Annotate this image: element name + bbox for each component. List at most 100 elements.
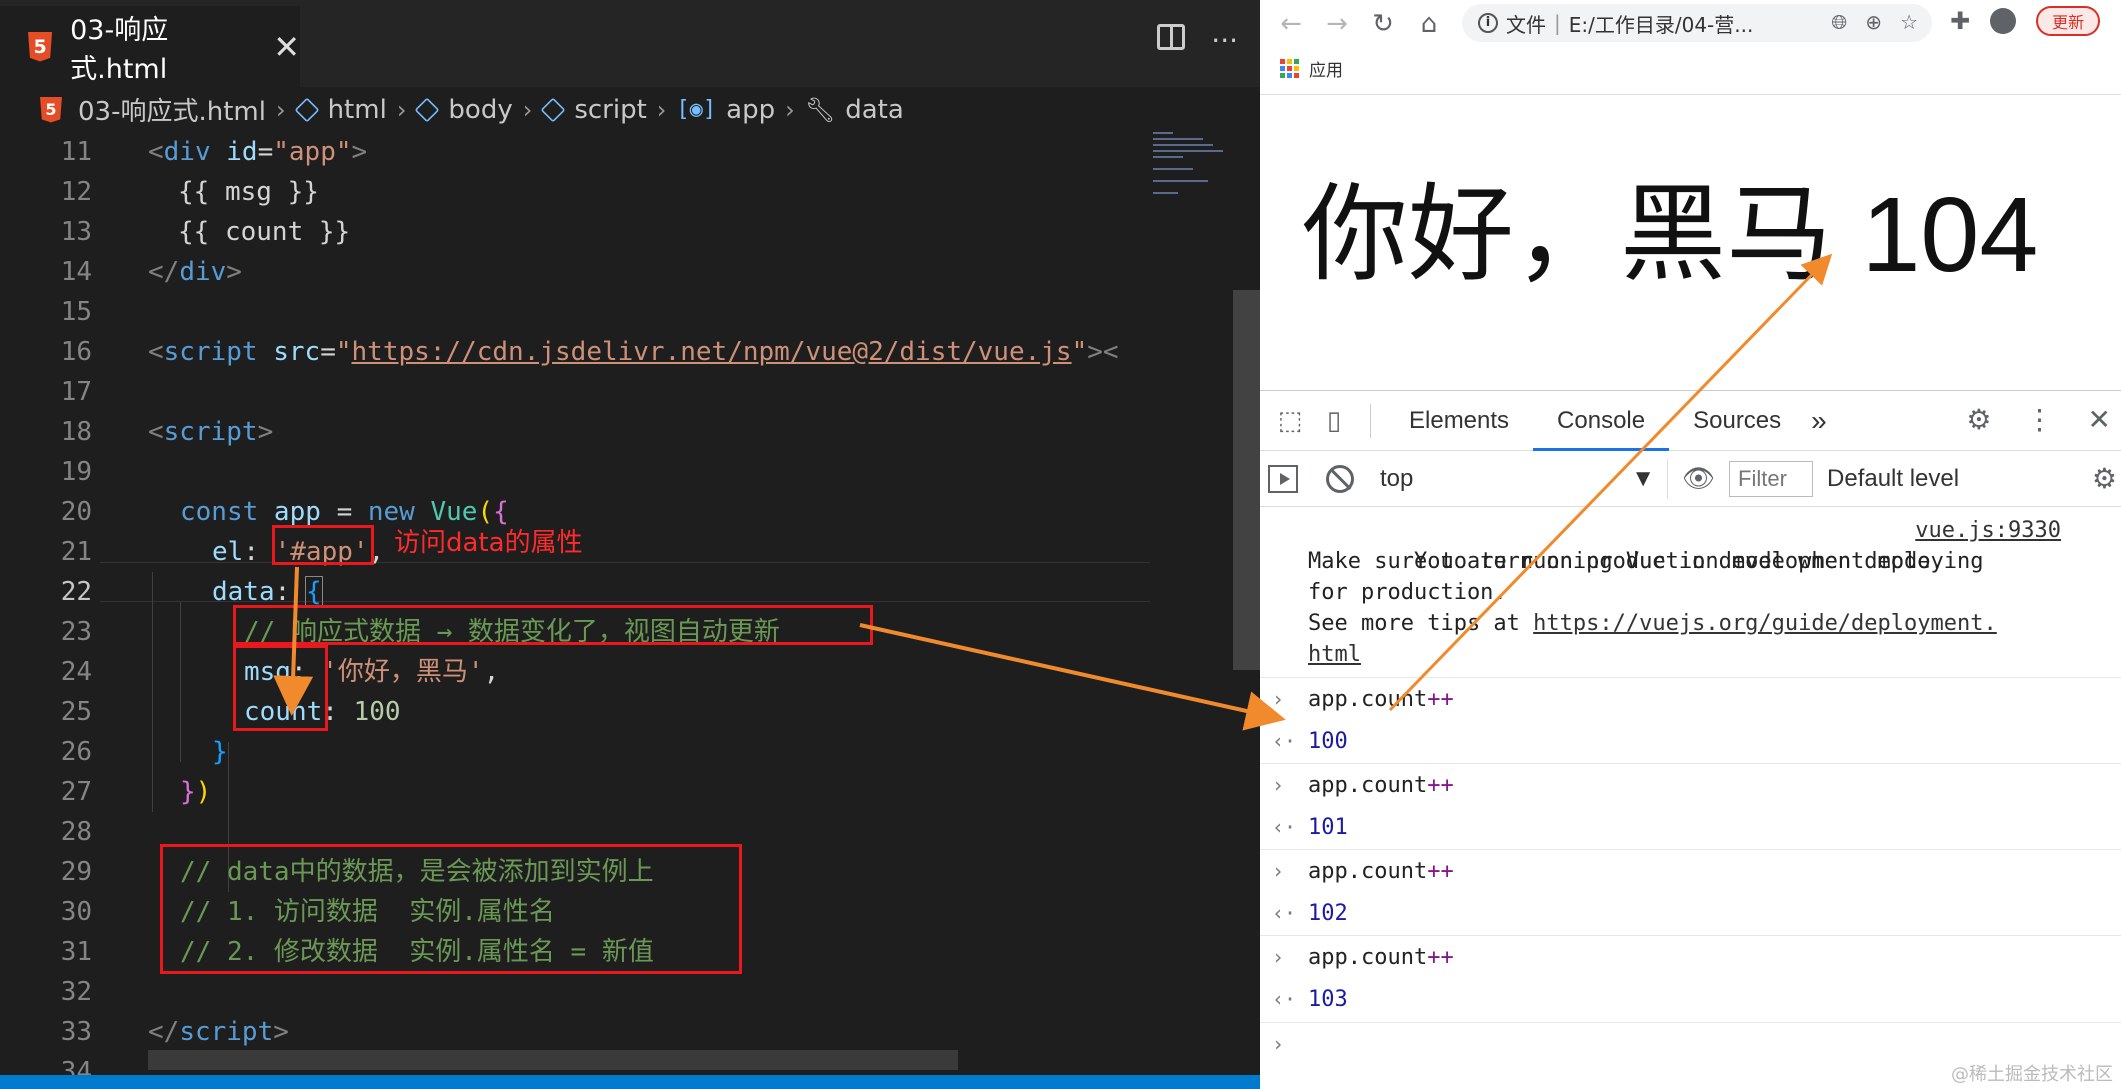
breadcrumb-script[interactable]: script bbox=[540, 94, 647, 125]
breadcrumb-data[interactable]: 🔧︎ data bbox=[805, 95, 904, 125]
log-levels-select[interactable]: Default level bbox=[1827, 465, 1959, 493]
devtools-tabbar: ⬚ ▯ Elements Console Sources » ⚙ ⋮ ✕ bbox=[1260, 391, 2121, 451]
prompt-chevron-icon: › bbox=[1272, 687, 1285, 711]
console-filter-bar: top ▼ 👁︎ Filter Default level ⚙ bbox=[1260, 451, 2121, 507]
eye-icon[interactable]: 👁︎ bbox=[1682, 463, 1715, 494]
editor-tab-label: 03-响应式.html bbox=[70, 14, 169, 85]
tab-close-icon[interactable]: ✕ bbox=[273, 28, 300, 66]
code-line: </div> bbox=[148, 257, 242, 287]
page-heading: 你好，黑马 104 bbox=[1302, 176, 2039, 294]
code-line: }) bbox=[180, 777, 212, 807]
update-button[interactable]: 更新 bbox=[2036, 6, 2101, 36]
filter-input[interactable]: Filter bbox=[1729, 460, 1814, 497]
console-prompt-row[interactable]: › bbox=[1260, 1022, 2121, 1065]
zoom-icon[interactable]: ⊕ bbox=[1865, 10, 1882, 34]
result-arrow-icon: ‹· bbox=[1272, 901, 1297, 925]
editor-tab-bar: 5 03-响应式.html ✕ ··· bbox=[0, 0, 1260, 87]
kebab-menu-icon[interactable]: ⋮ bbox=[2026, 403, 2054, 436]
home-icon[interactable]: ⌂ bbox=[1406, 9, 1452, 39]
clear-console-icon[interactable] bbox=[1326, 464, 1354, 493]
apps-grid-icon bbox=[1280, 59, 1299, 78]
docs-link-cont[interactable]: html bbox=[1308, 642, 1361, 667]
back-icon[interactable]: ← bbox=[1268, 9, 1314, 39]
docs-link[interactable]: https://vuejs.org/guide/deployment. bbox=[1533, 611, 1997, 636]
forward-icon[interactable]: → bbox=[1314, 9, 1360, 39]
prompt-chevron-icon: › bbox=[1272, 773, 1285, 797]
reload-icon[interactable]: ↻ bbox=[1360, 9, 1406, 39]
vertical-scrollbar[interactable] bbox=[1233, 290, 1260, 670]
star-icon[interactable]: ☆ bbox=[1900, 10, 1918, 34]
result-arrow-icon: ‹· bbox=[1272, 987, 1297, 1011]
code-line: <div id="app"> bbox=[148, 137, 368, 167]
context-label: top bbox=[1380, 464, 1414, 492]
browser-toolbar: ← → ↻ ⌂ i 文件 | E:/工作目录/04-营... 🌐︎ ⊕ ☆ ✚ … bbox=[1260, 0, 2121, 95]
translate-icon[interactable]: 🌐︎ bbox=[1831, 10, 1847, 34]
line-number: 32 bbox=[60, 977, 92, 1007]
info-icon[interactable]: i bbox=[1478, 13, 1498, 33]
console-result-row: ‹· 100 bbox=[1260, 720, 2121, 763]
bracket-icon: [◉] bbox=[676, 97, 717, 122]
inspect-icon[interactable]: ⬚ bbox=[1268, 406, 1312, 436]
console-message-line: Make sure to turn on production mode whe… bbox=[1308, 549, 1984, 574]
breadcrumb-html[interactable]: html bbox=[294, 94, 387, 125]
profile-avatar[interactable] bbox=[1990, 8, 2017, 34]
breadcrumb-body[interactable]: body bbox=[414, 94, 513, 125]
wrench-icon: 🔧︎ bbox=[804, 95, 836, 124]
extensions-icon[interactable]: ✚ bbox=[1950, 7, 1970, 35]
settings-gear-icon[interactable]: ⚙ bbox=[1966, 403, 1991, 436]
bookmark-apps[interactable]: 应用 bbox=[1280, 56, 1343, 81]
line-number: 17 bbox=[60, 377, 92, 407]
editor-tab-active[interactable]: 5 03-响应式.html ✕ bbox=[0, 6, 300, 87]
more-actions-icon[interactable]: ··· bbox=[1211, 24, 1238, 57]
chevron-right-icon: › bbox=[275, 95, 286, 124]
minimap[interactable] bbox=[1143, 132, 1233, 1089]
console-input-row: › app.count++ bbox=[1260, 849, 2121, 892]
prompt-chevron-icon: › bbox=[1272, 859, 1285, 883]
code-line: {{ count }} bbox=[178, 217, 351, 247]
annotation-note: 访问data的属性 bbox=[394, 528, 583, 558]
breadcrumb-file[interactable]: 5 03-响应式.html bbox=[40, 91, 266, 128]
chevron-right-icon: › bbox=[522, 95, 533, 124]
prompt-chevron-icon: › bbox=[1272, 945, 1285, 969]
tab-sources[interactable]: Sources bbox=[1669, 391, 1805, 451]
device-toggle-icon[interactable]: ▯ bbox=[1312, 406, 1356, 436]
tab-elements[interactable]: Elements bbox=[1385, 391, 1533, 451]
context-select[interactable]: top ▼ bbox=[1368, 458, 1668, 499]
cube-icon bbox=[414, 97, 440, 122]
console-settings-icon[interactable]: ⚙ bbox=[2092, 462, 2117, 495]
code-line: } bbox=[212, 737, 228, 767]
console-output[interactable]: You are running Vue in development mode.… bbox=[1260, 507, 2121, 1089]
address-prefix: 文件 bbox=[1506, 12, 1546, 37]
breadcrumb-label: 03-响应式.html bbox=[78, 97, 266, 127]
breadcrumb-app[interactable]: [◉] app bbox=[676, 95, 775, 125]
console-result-row: ‹· 102 bbox=[1260, 892, 2121, 935]
apps-label: 应用 bbox=[1309, 61, 1343, 81]
code-area[interactable]: 11 12 13 14 15 16 17 18 19 20 21 22 23 2… bbox=[0, 132, 1150, 1089]
split-editor-icon[interactable] bbox=[1157, 24, 1186, 50]
result-arrow-icon: ‹· bbox=[1272, 729, 1297, 753]
breadcrumb-label: app bbox=[726, 94, 776, 125]
tab-console[interactable]: Console bbox=[1533, 391, 1670, 451]
line-number: 15 bbox=[60, 297, 92, 327]
address-bar[interactable]: i 文件 | E:/工作目录/04-营... 🌐︎ ⊕ ☆ bbox=[1462, 4, 1932, 42]
close-devtools-icon[interactable]: ✕ bbox=[2088, 403, 2111, 436]
sidebar-toggle-icon[interactable] bbox=[1268, 464, 1298, 493]
breadcrumb-label: script bbox=[574, 94, 647, 125]
breadcrumb-label: body bbox=[448, 94, 513, 125]
console-input-row: › app.count++ bbox=[1260, 763, 2121, 806]
code-line: {{ msg }} bbox=[178, 177, 319, 207]
more-tabs-icon[interactable]: » bbox=[1805, 391, 1833, 451]
line-number: 28 bbox=[60, 817, 92, 847]
html5-file-icon: 5 bbox=[28, 31, 53, 62]
console-source-link[interactable]: vue.js:9330 bbox=[1915, 515, 2061, 546]
cube-icon bbox=[294, 97, 320, 122]
breadcrumb-label: html bbox=[327, 94, 387, 125]
browser-window: ← → ↻ ⌂ i 文件 | E:/工作目录/04-营... 🌐︎ ⊕ ☆ ✚ … bbox=[1260, 0, 2121, 1089]
console-message-line: for production. bbox=[1308, 580, 1507, 605]
chevron-right-icon: › bbox=[656, 95, 667, 124]
horizontal-scrollbar[interactable] bbox=[148, 1050, 958, 1070]
annotation-box-props bbox=[233, 645, 328, 731]
annotation-box-comment bbox=[233, 605, 873, 645]
console-input-row: › app.count++ bbox=[1260, 677, 2121, 720]
console-message-line: html bbox=[1308, 639, 2108, 670]
